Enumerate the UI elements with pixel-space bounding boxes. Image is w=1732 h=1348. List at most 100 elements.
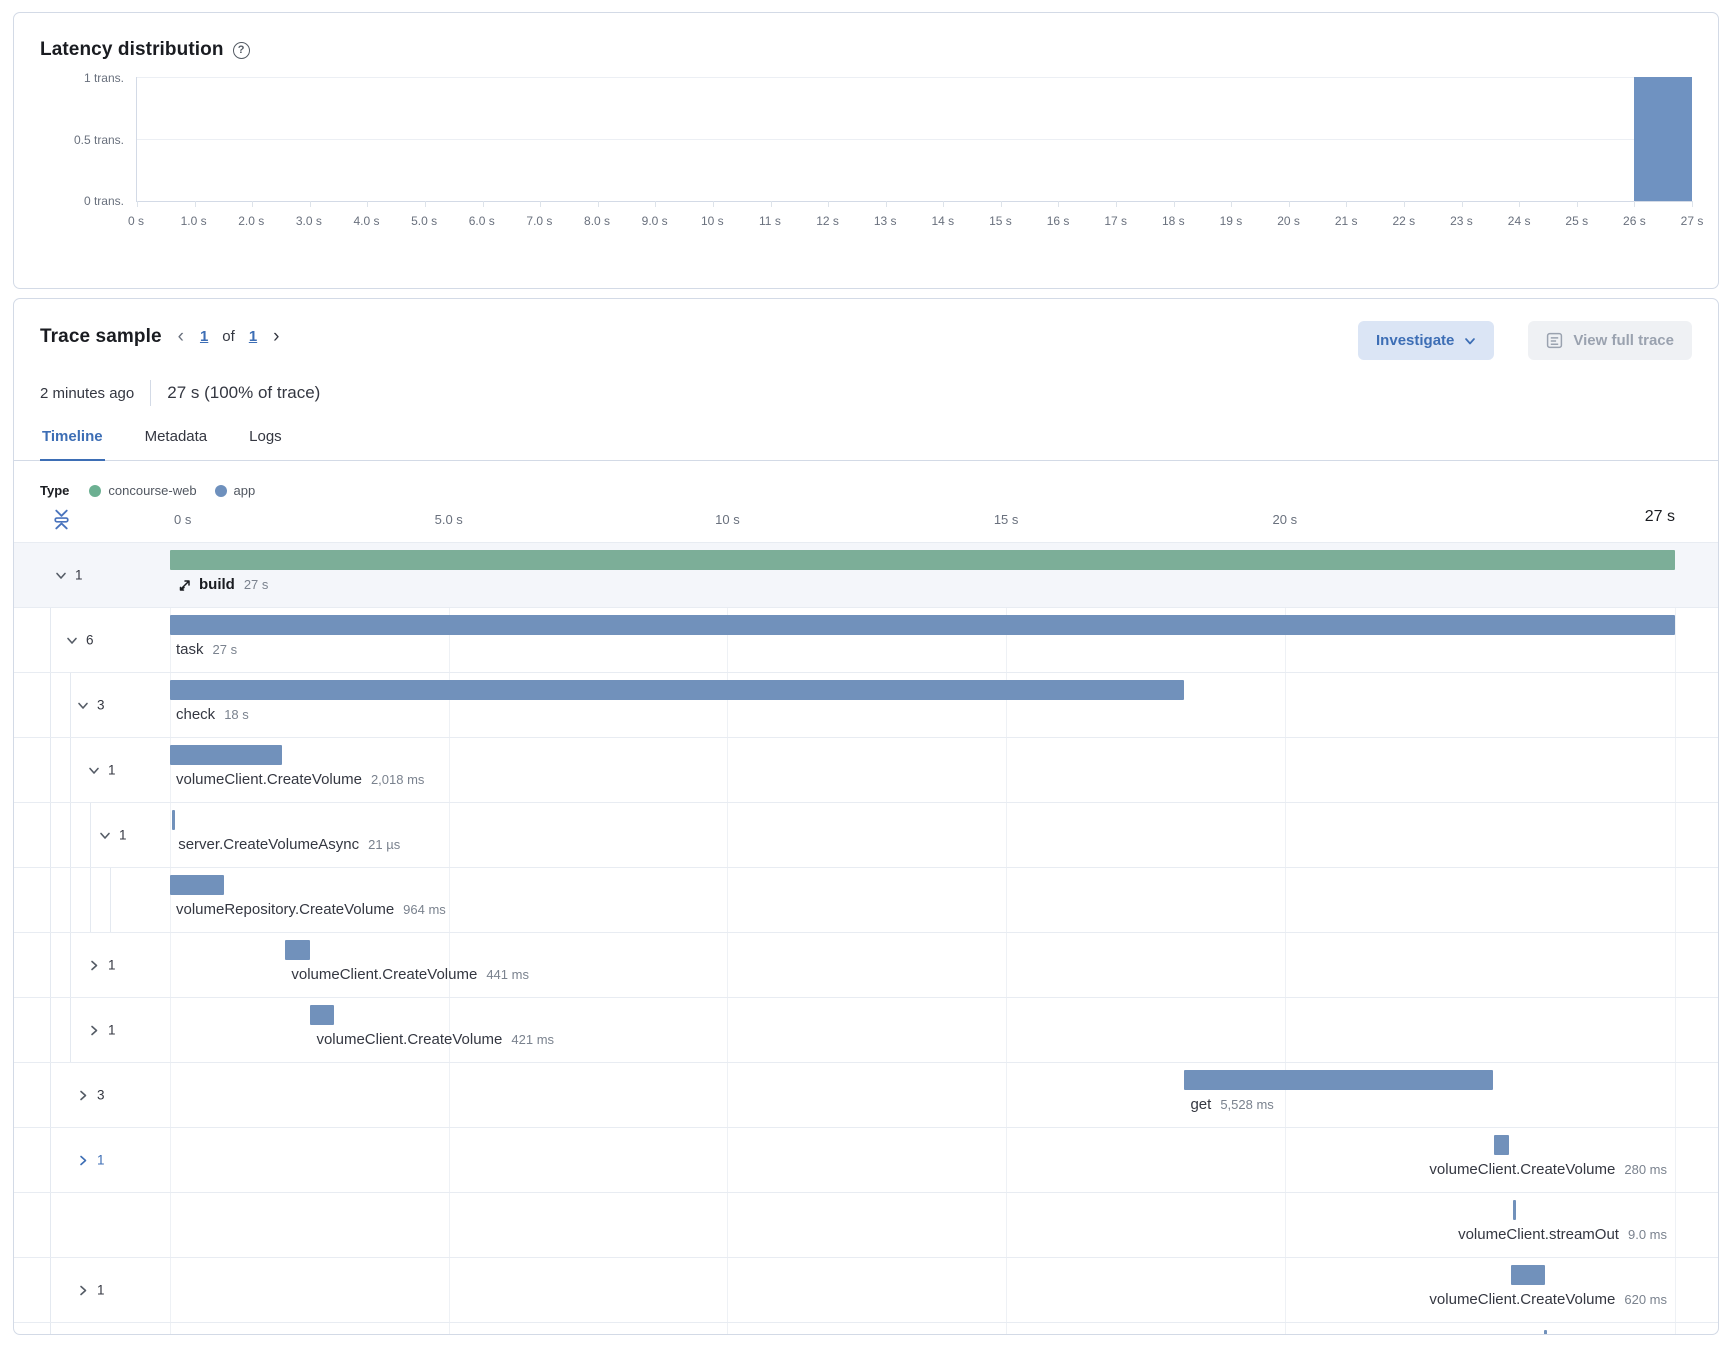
- latency-x-tick: 25 s: [1565, 214, 1588, 228]
- row-expand-toggle[interactable]: 3: [76, 698, 105, 713]
- legend-item-label: app: [234, 483, 256, 498]
- legend-item[interactable]: concourse-web: [89, 483, 196, 498]
- span-duration: 620 ms: [1624, 1292, 1667, 1307]
- span-label: volumeClient.CreateVolume2,018 ms: [176, 771, 424, 788]
- span-bar[interactable]: [285, 940, 310, 960]
- collapse-all-button[interactable]: [52, 508, 71, 536]
- view-full-trace-label: View full trace: [1573, 332, 1674, 349]
- span-bar[interactable]: [172, 810, 175, 830]
- indent-guide: [50, 1128, 51, 1192]
- timeline-axis-tick: 10 s: [715, 512, 740, 527]
- row-track: volumeClient.CreateVolume5.2 ms: [170, 1323, 1675, 1335]
- child-span-count: 1: [108, 763, 116, 778]
- merge-icon: [176, 577, 192, 593]
- span-name: volumeClient.CreateVolume: [176, 771, 362, 788]
- span-label: volumeClient.CreateVolume421 ms: [316, 1031, 554, 1048]
- indent-guide: [50, 738, 51, 802]
- chevron-right-icon: [76, 1283, 90, 1297]
- investigate-label: Investigate: [1376, 332, 1454, 349]
- span-duration: 964 ms: [403, 902, 446, 917]
- timeline-axis-tick: 20 s: [1273, 512, 1298, 527]
- document-icon: [1546, 332, 1563, 349]
- pager-next-icon[interactable]: ›: [271, 325, 281, 348]
- row-expand-toggle[interactable]: 1: [87, 1023, 116, 1038]
- trace-pager: ‹ 1 of 1 ›: [176, 325, 282, 348]
- latency-x-tick: 17 s: [1104, 214, 1127, 228]
- indent-guide: [50, 1063, 51, 1127]
- timeline-axis-tick: 5.0 s: [435, 512, 463, 527]
- span-bar[interactable]: [310, 1005, 333, 1025]
- indent-guide: [90, 803, 91, 867]
- legend-dot-icon: [89, 485, 101, 497]
- span-name: volumeClient.CreateVolume: [291, 966, 477, 983]
- span-bar[interactable]: [1544, 1330, 1547, 1335]
- span-label: volumeRepository.CreateVolume964 ms: [176, 901, 446, 918]
- waterfall-row: 1volumeClient.CreateVolume441 ms: [14, 933, 1718, 998]
- timeline-axis-tick: 0 s: [174, 512, 191, 527]
- latency-x-tick: 20 s: [1277, 214, 1300, 228]
- child-span-count: 1: [75, 568, 83, 583]
- timeline-axis: 0 s5.0 s10 s15 s20 s27 s: [14, 504, 1718, 542]
- row-expand-toggle[interactable]: 1: [54, 568, 83, 583]
- pager-prev-icon[interactable]: ‹: [176, 325, 186, 348]
- row-expand-toggle[interactable]: 1: [76, 1153, 105, 1168]
- pager-current-page[interactable]: 1: [200, 328, 208, 345]
- waterfall-row: volumeClient.streamOut9.0 ms: [14, 1193, 1718, 1258]
- indent-guide: [50, 673, 51, 737]
- span-duration: 9.0 ms: [1628, 1227, 1667, 1242]
- investigate-button[interactable]: Investigate: [1358, 321, 1494, 360]
- row-track: server.CreateVolumeAsync21 µs: [170, 803, 1675, 867]
- timeline-axis-end-tick: 27 s: [1645, 508, 1675, 526]
- row-expand-toggle[interactable]: 6: [65, 633, 94, 648]
- tab-timeline[interactable]: Timeline: [40, 428, 105, 460]
- tab-logs[interactable]: Logs: [247, 428, 284, 460]
- row-expand-toggle[interactable]: 3: [76, 1088, 105, 1103]
- latency-x-tick: 21 s: [1335, 214, 1358, 228]
- latency-x-tick: 11 s: [759, 214, 781, 228]
- span-bar[interactable]: [170, 550, 1675, 570]
- waterfall-row: 1volumeClient.CreateVolume5.2 ms: [14, 1323, 1718, 1335]
- latency-x-tick: 18 s: [1162, 214, 1185, 228]
- latency-x-tick: 27 s: [1681, 214, 1704, 228]
- span-bar[interactable]: [1184, 1070, 1492, 1090]
- row-expand-toggle[interactable]: 1: [87, 763, 116, 778]
- help-icon[interactable]: ?: [233, 42, 250, 59]
- latency-x-tick: 15 s: [989, 214, 1012, 228]
- page: Latency distribution ? 1 trans.0.5 trans…: [0, 0, 1732, 1347]
- span-bar[interactable]: [1494, 1135, 1510, 1155]
- latency-x-tick: 14 s: [931, 214, 954, 228]
- span-label: get5,528 ms: [1190, 1096, 1273, 1113]
- latency-x-tick: 13 s: [874, 214, 897, 228]
- gridline: [137, 77, 1692, 78]
- span-bar[interactable]: [1511, 1265, 1546, 1285]
- trace-sample-title: Trace sample: [40, 326, 162, 348]
- span-bar[interactable]: [170, 875, 224, 895]
- waterfall-row: 1 volumeClient.CreateVolume421 ms: [14, 998, 1718, 1063]
- chevron-down-icon: [98, 828, 112, 842]
- indent-guide: [70, 738, 71, 802]
- waterfall-row: 6task27 s: [14, 608, 1718, 673]
- latency-title: Latency distribution: [40, 39, 224, 61]
- indent-guide: [50, 933, 51, 997]
- span-bar[interactable]: [1513, 1200, 1516, 1220]
- latency-bar[interactable]: [1634, 77, 1692, 201]
- tab-metadata[interactable]: Metadata: [143, 428, 210, 460]
- span-bar[interactable]: [170, 745, 282, 765]
- trace-tabs: Timeline Metadata Logs: [14, 428, 1718, 461]
- row-expand-toggle[interactable]: 1: [87, 958, 116, 973]
- latency-x-tick: 4.0 s: [354, 214, 380, 228]
- span-bar[interactable]: [170, 615, 1675, 635]
- latency-x-tick: 7.0 s: [526, 214, 552, 228]
- span-name: volumeClient.CreateVolume: [1429, 1291, 1615, 1308]
- span-label: volumeClient.CreateVolume280 ms: [1429, 1161, 1667, 1178]
- view-full-trace-button[interactable]: View full trace: [1528, 321, 1692, 360]
- chevron-down-icon: [54, 568, 68, 582]
- pager-total-pages[interactable]: 1: [249, 328, 257, 345]
- row-expand-toggle[interactable]: 1: [98, 828, 127, 843]
- span-bar[interactable]: [170, 680, 1184, 700]
- legend-item[interactable]: app: [215, 483, 256, 498]
- span-label: volumeClient.CreateVolume 620 ms: [1429, 1291, 1667, 1308]
- child-span-count: 3: [97, 1088, 105, 1103]
- row-expand-toggle[interactable]: 1: [76, 1283, 105, 1298]
- indent-guide: [50, 998, 51, 1062]
